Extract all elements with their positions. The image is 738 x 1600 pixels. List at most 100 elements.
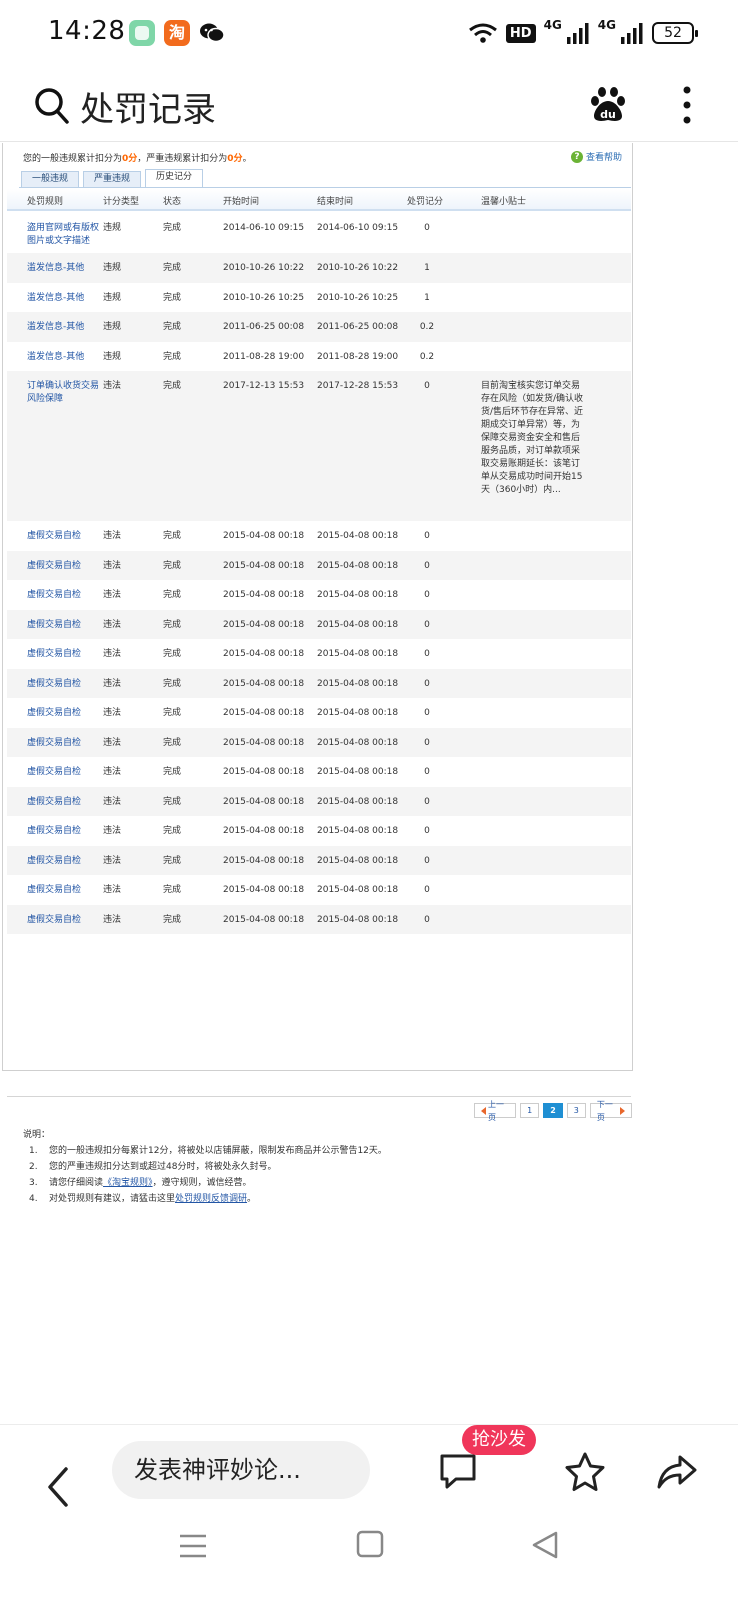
feedback-survey-link[interactable]: 处罚规则反馈调研 — [175, 1194, 247, 1204]
rule-cell[interactable]: 虚假交易自检 — [27, 707, 103, 720]
status-cell: 完成 — [163, 885, 182, 895]
comment-icon[interactable] — [438, 1451, 478, 1491]
back-triangle-icon[interactable] — [530, 1530, 560, 1560]
col-tip: 温馨小贴士 — [481, 197, 527, 207]
note-1-num: 1. — [29, 1146, 38, 1156]
status-cell: 完成 — [163, 737, 182, 748]
rule-cell[interactable]: 订单确认收货交易风险保障 — [27, 380, 103, 406]
rule-cell[interactable]: 虚假交易自检 — [27, 678, 103, 691]
rule-cell[interactable]: 虚假交易自检 — [27, 619, 103, 632]
rule-cell[interactable]: 虚假交易自检 — [27, 825, 103, 838]
start-time-cell: 2010-10-26 10:25 — [223, 292, 305, 303]
status-cell: 完成 — [163, 531, 182, 541]
rule-cell[interactable]: 滥发信息-其他 — [27, 292, 103, 305]
start-time-cell: 2015-04-08 00:18 — [223, 619, 305, 630]
hd-voice-badge: HD — [505, 23, 536, 43]
table-row: 滥发信息-其他 违规 完成 2010-10-26 10:25 2010-10-26 10… — [7, 283, 631, 313]
next-page-button[interactable]: 下一页 — [589, 1100, 632, 1122]
type-cell: 违法 — [103, 826, 122, 836]
rule-cell[interactable]: 虚假交易自检 — [27, 796, 103, 809]
page-1-button[interactable]: 1 — [520, 1103, 540, 1118]
page-2-button[interactable]: 2 — [543, 1103, 563, 1118]
prev-page-button[interactable]: 上一页 — [474, 1100, 517, 1122]
start-time-cell: 2015-04-08 00:18 — [223, 560, 305, 571]
status-cell: 完成 — [163, 708, 182, 718]
points-cell: 0 — [424, 767, 430, 777]
tab-history[interactable]: 历史记分 — [145, 169, 203, 188]
status-cell: 完成 — [163, 826, 182, 836]
table-row: 虚假交易自检 违法 完成 2015-04-08 00:18 2015-04-08 00:… — [7, 816, 631, 846]
points-cell: 0 — [424, 678, 430, 689]
rule-cell[interactable]: 虚假交易自检 — [27, 855, 103, 868]
taobao-rules-link[interactable]: 《淘宝规则》 — [103, 1178, 153, 1188]
start-time-cell: 2015-04-08 00:18 — [223, 855, 305, 866]
tab-serious[interactable]: 严重违规 — [83, 171, 141, 187]
back-icon[interactable] — [44, 1465, 72, 1509]
points-cell: 0 — [424, 855, 430, 866]
note-4-num: 4. — [29, 1194, 38, 1204]
start-time-cell: 2014-06-10 09:15 — [223, 223, 305, 233]
col-status: 状态 — [163, 197, 182, 207]
rule-cell[interactable]: 虚假交易自检 — [27, 648, 103, 661]
battery-icon: 52 — [652, 22, 698, 44]
type-cell: 违法 — [103, 678, 122, 689]
rule-cell[interactable]: 虚假交易自检 — [27, 530, 103, 543]
home-icon[interactable] — [356, 1530, 384, 1558]
end-time-cell: 2015-04-08 00:18 — [317, 885, 399, 895]
share-icon[interactable] — [656, 1453, 698, 1491]
star-icon[interactable] — [564, 1451, 606, 1493]
rule-cell[interactable]: 虚假交易自检 — [27, 589, 103, 602]
next-page-label: 下一页 — [596, 1099, 613, 1122]
prev-page-label: 上一页 — [488, 1099, 504, 1122]
note-2-num: 2. — [29, 1162, 38, 1172]
rule-cell[interactable]: 盗用官网或有版权图片或文字描述 — [27, 222, 103, 248]
status-cell: 完成 — [163, 649, 182, 659]
type-cell: 违规 — [103, 351, 122, 362]
rule-cell[interactable]: 虚假交易自检 — [27, 766, 103, 779]
rule-cell[interactable]: 虚假交易自检 — [27, 737, 103, 750]
system-nav-bar — [0, 1520, 738, 1600]
table-row: 虚假交易自检 违法 完成 2015-04-08 00:18 2015-04-08 00:… — [7, 875, 631, 905]
pagination: 上一页 1 2 3 下一页 — [474, 1100, 632, 1122]
rule-cell[interactable]: 虚假交易自检 — [27, 914, 103, 927]
rule-cell[interactable]: 滥发信息-其他 — [27, 321, 103, 334]
rule-cell[interactable]: 滥发信息-其他 — [27, 262, 103, 275]
type-cell: 违法 — [103, 737, 122, 748]
start-time-cell: 2015-04-08 00:18 — [223, 531, 305, 541]
table-row: 虚假交易自检 违法 完成 2015-04-08 00:18 2015-04-08 00:… — [7, 786, 631, 816]
help-link[interactable]: ? 查看帮助 — [571, 150, 622, 163]
rule-cell[interactable]: 虚假交易自检 — [27, 884, 103, 897]
points-cell: 0 — [424, 796, 430, 807]
table-row: 虚假交易自检 违法 完成 2015-04-08 00:18 2015-04-08 00:… — [7, 609, 631, 639]
more-vertical-icon[interactable] — [682, 86, 692, 124]
type-cell: 违法 — [103, 767, 122, 777]
baidu-logo-icon[interactable]: du — [588, 84, 628, 124]
signal-2-icon — [621, 23, 643, 44]
table-bottom-line — [7, 1096, 631, 1097]
search-icon[interactable] — [34, 87, 70, 125]
status-cell: 完成 — [163, 678, 182, 689]
points-summary: 您的一般违规累计扣分为0分，严重违规累计扣分为0分。 — [23, 151, 252, 164]
points-cell: 0 — [424, 826, 430, 836]
start-time-cell: 2015-04-08 00:18 — [223, 914, 305, 925]
col-start: 开始时间 — [223, 197, 260, 207]
rule-cell[interactable]: 滥发信息-其他 — [27, 351, 103, 364]
bottom-action-bar: 发表神评妙论... 抢沙发 — [0, 1424, 738, 1520]
tab-general[interactable]: 一般违规 — [21, 171, 79, 187]
comment-count-badge: 抢沙发 — [462, 1425, 536, 1455]
table-row: 虚假交易自检 违法 完成 2015-04-08 00:18 2015-04-08 00:… — [7, 904, 631, 934]
table-row: 虚假交易自检 违法 完成 2015-04-08 00:18 2015-04-08 00:… — [7, 668, 631, 698]
page-3-button[interactable]: 3 — [566, 1103, 586, 1118]
comment-input[interactable]: 发表神评妙论... — [112, 1441, 370, 1499]
end-time-cell: 2015-04-08 00:18 — [317, 855, 399, 866]
note-3: 3. 请您仔细阅读《淘宝规则》，遵守规则，诚信经营。 — [29, 1175, 252, 1188]
note-1: 1. 您的一般违规扣分每累计12分，将被处以店铺屏蔽，限制发布商品并公示警告12天… — [29, 1143, 387, 1156]
type-cell: 违法 — [103, 885, 122, 895]
points-cell: 0.2 — [419, 351, 435, 362]
points-cell: 0 — [424, 649, 430, 659]
table-row: 滥发信息-其他 违规 完成 2011-08-28 19:00 2011-08-28 19… — [7, 342, 631, 372]
rule-cell[interactable]: 虚假交易自检 — [27, 560, 103, 573]
status-cell: 完成 — [163, 292, 182, 303]
points-cell: 0 — [424, 531, 430, 541]
menu-icon[interactable] — [178, 1532, 208, 1560]
